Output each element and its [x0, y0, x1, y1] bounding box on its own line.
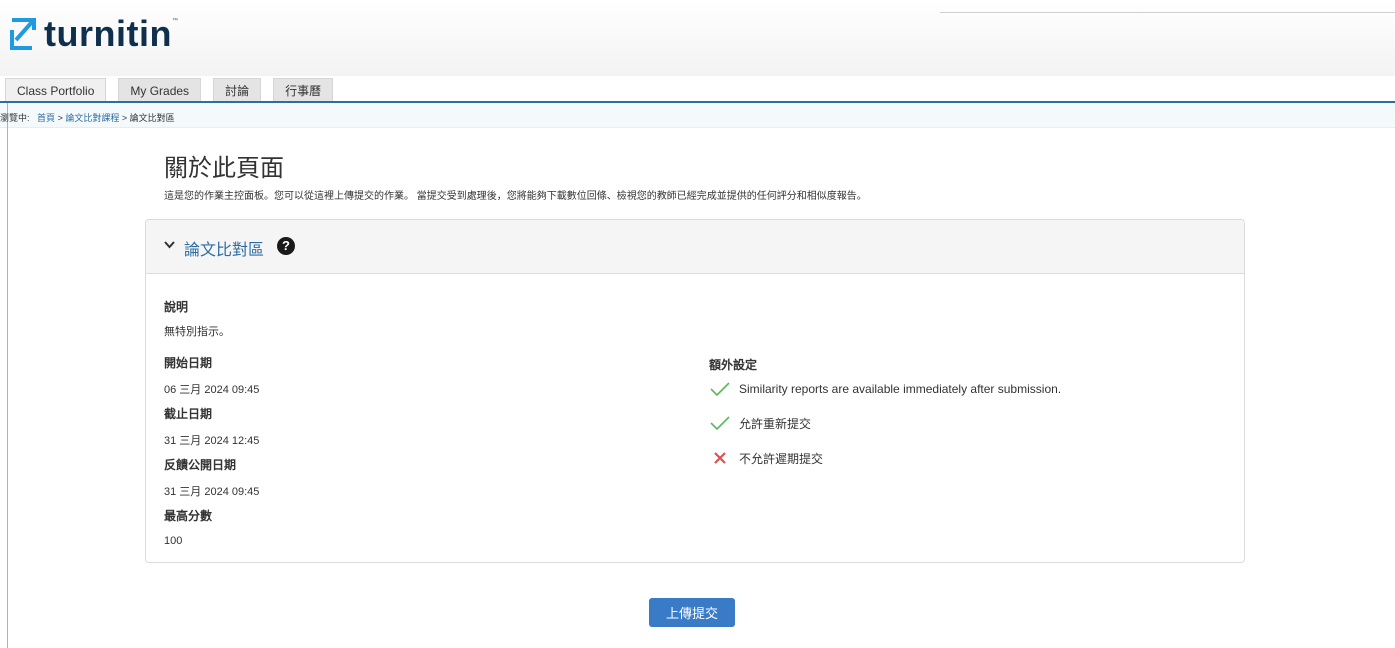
- due-date-value: 31 三月 2024 12:45: [164, 435, 260, 447]
- tab-discussion[interactable]: 討論: [213, 78, 262, 102]
- page-title: 關於此頁面: [164, 155, 284, 182]
- breadcrumb-bar: [0, 103, 1395, 128]
- check-icon: [709, 379, 731, 399]
- feedback-date-label: 反饋公開日期: [164, 458, 237, 472]
- panel-title[interactable]: 論文比對區: [184, 236, 264, 260]
- breadcrumb-prefix: 瀏覽中:: [0, 113, 30, 123]
- breadcrumb-separator: >: [121, 113, 128, 123]
- start-date-value: 06 三月 2024 09:45: [164, 384, 260, 396]
- page-description: 這是您的作業主控面板。您可以從這裡上傳提交的作業。 當提交受到處理後，您將能夠下…: [164, 191, 867, 202]
- start-date-label: 開始日期: [164, 356, 213, 370]
- turnitin-logo[interactable]: turnitin ™: [8, 14, 178, 54]
- turnitin-logo-icon: [10, 18, 36, 50]
- nav-tabs: Class Portfolio My Grades 討論 行事曆: [5, 77, 345, 102]
- setting-text: Similarity reports are available immedia…: [739, 382, 1062, 396]
- tab-calendar[interactable]: 行事曆: [273, 78, 334, 102]
- panel-header[interactable]: 論文比對區 ?: [146, 220, 1244, 274]
- instructions-label: 說明: [164, 300, 189, 314]
- trademark-mark: ™: [171, 18, 178, 24]
- breadcrumb-course[interactable]: 論文比對課程: [65, 113, 119, 123]
- max-grade-label: 最高分數: [164, 509, 213, 523]
- breadcrumb-current: 論文比對區: [129, 113, 175, 123]
- instructions-value: 無特別指示。: [164, 326, 230, 338]
- chevron-down-icon[interactable]: [164, 241, 175, 249]
- max-grade-value: 100: [164, 535, 183, 547]
- setting-text: 允許重新提交: [739, 416, 812, 431]
- feedback-date-value: 31 三月 2024 09:45: [164, 486, 260, 498]
- help-icon[interactable]: ?: [277, 237, 295, 255]
- setting-row: Similarity reports are available immedia…: [709, 379, 1061, 399]
- due-date-label: 截止日期: [164, 407, 213, 421]
- setting-row: 允許重新提交: [709, 413, 811, 433]
- content-left-rule: [7, 103, 8, 648]
- breadcrumb: 瀏覽中: 首頁 > 論文比對課程 > 論文比對區: [0, 111, 175, 124]
- tab-my-grades[interactable]: My Grades: [118, 78, 202, 102]
- header-divider: [940, 12, 1395, 13]
- tab-class-portfolio[interactable]: Class Portfolio: [5, 78, 107, 102]
- assignment-panel: 論文比對區 ? 說明 無特別指示。 開始日期 06 三月 2024 09:45 …: [145, 219, 1245, 563]
- cross-icon: [709, 448, 731, 468]
- breadcrumb-home[interactable]: 首頁: [37, 113, 55, 123]
- breadcrumb-separator: >: [57, 113, 63, 123]
- upload-submission-button[interactable]: 上傳提交: [649, 598, 735, 627]
- brand-name: turnitin: [44, 13, 172, 54]
- setting-row: 不允許遲期提交: [709, 448, 823, 468]
- check-icon: [709, 413, 731, 433]
- additional-settings-label: 額外設定: [709, 358, 758, 372]
- setting-text: 不允許遲期提交: [739, 451, 824, 466]
